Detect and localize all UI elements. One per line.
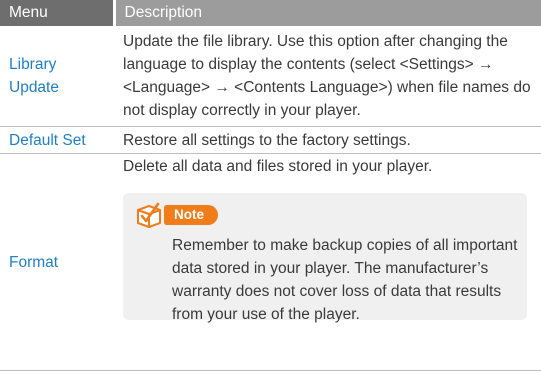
- note-text: Remember to make backup copies of all im…: [172, 237, 518, 323]
- table-row: Default Set Restore all settings to the …: [0, 126, 541, 154]
- menu-format: Format: [0, 153, 114, 371]
- description-format-cell: Delete all data and files stored in your…: [114, 153, 541, 371]
- note-box: Note Remember to make backup copies of a…: [123, 193, 527, 323]
- menu-library-update: Library Update: [0, 26, 114, 127]
- description-library-update: Update the file library. Use this option…: [114, 26, 541, 127]
- note-label: Note: [164, 205, 218, 225]
- header-menu: Menu: [0, 0, 116, 26]
- note-box-icon: [137, 202, 161, 228]
- document-page: Menu Description Library Update Update t…: [0, 0, 541, 371]
- menu-label-line: Library: [9, 56, 57, 73]
- menu-default-set: Default Set: [0, 126, 114, 154]
- note-header: Note: [136, 202, 218, 228]
- description-format: Delete all data and files stored in your…: [123, 158, 433, 175]
- description-default-set: Restore all settings to the factory sett…: [114, 126, 541, 154]
- table-header-row: Menu Description: [0, 0, 541, 26]
- header-description: Description: [114, 0, 541, 26]
- menu-description-table: Menu Description Library Update Update t…: [0, 0, 541, 371]
- menu-label-line: Update: [9, 79, 59, 96]
- table-row: Format Delete all data and files stored …: [0, 153, 541, 371]
- table-row: Library Update Update the file library. …: [0, 26, 541, 127]
